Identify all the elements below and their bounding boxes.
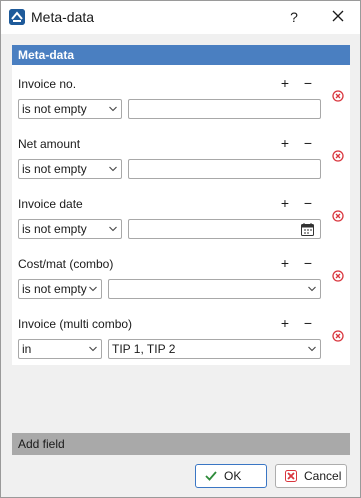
check-icon — [205, 470, 217, 482]
help-button[interactable]: ? — [284, 6, 304, 28]
cancel-button[interactable]: Cancel — [275, 464, 347, 488]
field-label: Net amount — [18, 137, 81, 151]
chevron-down-icon — [109, 106, 117, 112]
add-condition-button[interactable]: + — [278, 316, 292, 330]
remove-field-button[interactable] — [332, 270, 344, 282]
remove-circle-icon — [332, 330, 344, 342]
operator-select[interactable]: is not empty — [18, 159, 122, 179]
ok-label: OK — [224, 469, 242, 483]
operator-value: is not empty — [22, 222, 87, 236]
chevron-down-icon — [109, 166, 117, 172]
ok-button[interactable]: OK — [195, 464, 267, 488]
add-condition-button[interactable]: + — [278, 76, 292, 90]
remove-condition-button[interactable]: − — [301, 196, 315, 210]
date-input[interactable] — [128, 219, 321, 239]
window-title: Meta-data — [31, 9, 95, 25]
meta-data-dialog: Meta-data ? Meta-data Invoice no. + − is no… — [0, 0, 361, 498]
operator-select[interactable]: is not empty — [18, 219, 122, 239]
operator-value: in — [22, 342, 32, 356]
calendar-icon[interactable] — [301, 223, 314, 236]
field-label: Invoice (multi combo) — [18, 317, 133, 331]
remove-circle-icon — [332, 210, 344, 222]
title-bar: Meta-data ? — [1, 1, 360, 34]
remove-condition-button[interactable]: − — [301, 316, 315, 330]
close-icon — [332, 10, 344, 22]
add-condition-button[interactable]: + — [278, 196, 292, 210]
combo-value: TIP 1, TIP 2 — [112, 342, 176, 356]
operator-value: is not empty — [22, 162, 87, 176]
cross-icon — [285, 470, 297, 482]
value-input[interactable] — [128, 99, 321, 119]
field-label: Invoice date — [18, 197, 83, 211]
chevron-down-icon — [308, 286, 316, 292]
remove-field-button[interactable] — [332, 90, 344, 102]
operator-select[interactable]: in — [18, 339, 102, 359]
remove-circle-icon — [332, 270, 344, 282]
value-combo[interactable]: TIP 1, TIP 2 — [108, 339, 321, 359]
remove-field-button[interactable] — [332, 330, 344, 342]
remove-circle-icon — [332, 150, 344, 162]
close-button[interactable] — [323, 5, 353, 29]
operator-value: is not empty — [22, 102, 87, 116]
operator-select[interactable]: is not empty — [18, 99, 122, 119]
chevron-down-icon — [89, 286, 97, 292]
remove-field-button[interactable] — [332, 210, 344, 222]
remove-circle-icon — [332, 90, 344, 102]
remove-field-button[interactable] — [332, 150, 344, 162]
remove-condition-button[interactable]: − — [301, 136, 315, 150]
operator-value: is not empty — [22, 282, 87, 296]
field-label: Invoice no. — [18, 77, 77, 91]
app-logo-icon — [9, 9, 25, 25]
value-input[interactable] — [128, 159, 321, 179]
operator-select[interactable]: is not empty — [18, 279, 102, 299]
remove-condition-button[interactable]: − — [301, 76, 315, 90]
value-combo[interactable] — [108, 279, 321, 299]
add-field-button[interactable]: Add field — [12, 433, 350, 455]
field-label: Cost/mat (combo) — [18, 257, 114, 271]
panel-header: Meta-data — [12, 45, 350, 65]
cancel-label: Cancel — [304, 469, 342, 483]
chevron-down-icon — [308, 346, 316, 352]
chevron-down-icon — [89, 346, 97, 352]
remove-condition-button[interactable]: − — [301, 256, 315, 270]
add-condition-button[interactable]: + — [278, 256, 292, 270]
add-condition-button[interactable]: + — [278, 136, 292, 150]
chevron-down-icon — [109, 226, 117, 232]
